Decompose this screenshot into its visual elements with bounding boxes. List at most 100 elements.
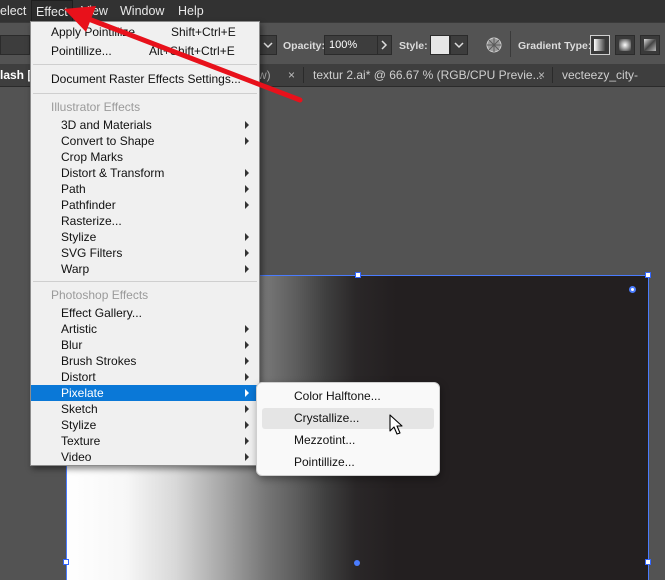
- style-swatch[interactable]: [430, 35, 450, 55]
- tab-document-2[interactable]: textur 2.ai* @ 66.67 % (RGB/CPU Previe..…: [313, 64, 543, 86]
- submenu-arrow-icon: [245, 137, 249, 145]
- gradient-type-label: Gradient Type:: [518, 40, 592, 52]
- selection-bounding-box-right: [648, 275, 649, 580]
- radial-gradient-button[interactable]: [615, 35, 635, 55]
- menu-item-sketch[interactable]: Sketch: [31, 401, 259, 417]
- resize-handle-top-right[interactable]: [645, 272, 651, 278]
- submenu-item-label: Color Halftone...: [294, 389, 381, 403]
- tab-document-1[interactable]: lash [: [0, 64, 31, 86]
- menu-view[interactable]: View: [81, 0, 108, 22]
- live-corner-widget[interactable]: [629, 286, 636, 293]
- tab-divider: [552, 67, 553, 83]
- menu-item-pathfinder[interactable]: Pathfinder: [31, 197, 259, 213]
- linear-gradient-button[interactable]: [590, 35, 610, 55]
- tab-divider: [303, 67, 304, 83]
- menu-item-distort-transform[interactable]: Distort & Transform: [31, 165, 259, 181]
- menu-item-label: Apply Pointillize: [51, 25, 136, 39]
- menu-item-warp[interactable]: Warp: [31, 261, 259, 277]
- menu-help[interactable]: Help: [178, 0, 204, 22]
- menu-item-brush-strokes[interactable]: Brush Strokes: [31, 353, 259, 369]
- menu-item-label: Pathfinder: [61, 198, 116, 212]
- menu-item-video[interactable]: Video: [31, 449, 259, 465]
- menu-item-label: Stylize: [61, 418, 97, 432]
- submenu-arrow-icon: [245, 265, 249, 273]
- shortcut-label: Shift+Ctrl+E: [171, 25, 236, 39]
- pixelate-submenu: Color Halftone... Crystallize... Mezzoti…: [256, 382, 440, 476]
- menu-item-document-raster-effects-settings[interactable]: Document Raster Effects Settings...: [31, 71, 259, 87]
- submenu-arrow-icon: [245, 453, 249, 461]
- menu-item-pixelate[interactable]: Pixelate: [31, 385, 259, 401]
- submenu-item-pointillize[interactable]: Pointillize...: [262, 452, 434, 473]
- menu-item-label: Path: [61, 182, 86, 196]
- menu-item-label: Video: [61, 450, 92, 464]
- effect-menu: Apply Pointillize Shift+Ctrl+E Pointilli…: [30, 21, 260, 466]
- close-icon[interactable]: ×: [538, 64, 545, 86]
- menu-item-label: 3D and Materials: [61, 118, 152, 132]
- menu-window[interactable]: Window: [120, 0, 164, 22]
- menu-bar: elect Effect View Window Help: [0, 0, 665, 22]
- menu-item-svg-filters[interactable]: SVG Filters: [31, 245, 259, 261]
- menu-item-blur[interactable]: Blur: [31, 337, 259, 353]
- menu-separator: [33, 93, 257, 94]
- menu-separator: [33, 64, 257, 65]
- submenu-item-crystallize[interactable]: Crystallize...: [262, 408, 434, 429]
- menu-item-label: Distort: [61, 370, 96, 384]
- menu-item-label: Brush Strokes: [61, 354, 137, 368]
- opacity-input[interactable]: 100%: [324, 35, 378, 55]
- menu-select[interactable]: elect: [0, 0, 26, 22]
- menu-item-label: Blur: [61, 338, 83, 352]
- divider: [510, 31, 511, 57]
- brush-dropdown[interactable]: [259, 35, 277, 55]
- close-icon[interactable]: ×: [288, 64, 295, 86]
- menu-item-apply-pointillize[interactable]: Apply Pointillize Shift+Ctrl+E: [31, 24, 259, 40]
- menu-effect[interactable]: Effect: [31, 0, 73, 22]
- menu-item-3d-and-materials[interactable]: 3D and Materials: [31, 117, 259, 133]
- chevron-down-icon: [263, 42, 273, 49]
- menu-item-label: Distort & Transform: [61, 166, 165, 180]
- menu-item-rasterize[interactable]: Rasterize...: [31, 213, 259, 229]
- menu-item-label: Sketch: [61, 402, 98, 416]
- submenu-arrow-icon: [245, 201, 249, 209]
- menu-item-convert-to-shape[interactable]: Convert to Shape: [31, 133, 259, 149]
- resize-handle-left-bottom[interactable]: [63, 559, 69, 565]
- menu-item-distort[interactable]: Distort: [31, 369, 259, 385]
- submenu-arrow-icon: [245, 233, 249, 241]
- submenu-item-color-halftone[interactable]: Color Halftone...: [262, 386, 434, 407]
- menu-item-path[interactable]: Path: [31, 181, 259, 197]
- submenu-item-label: Crystallize...: [294, 411, 360, 425]
- menu-item-label: Convert to Shape: [61, 134, 155, 148]
- menu-item-stylize-illustrator[interactable]: Stylize: [31, 229, 259, 245]
- menu-item-label: Rasterize...: [61, 214, 122, 228]
- opacity-flyout[interactable]: [378, 35, 392, 55]
- chevron-right-icon: [381, 40, 388, 50]
- submenu-arrow-icon: [245, 325, 249, 333]
- submenu-item-label: Pointillize...: [294, 455, 355, 469]
- submenu-item-mezzotint[interactable]: Mezzotint...: [262, 430, 434, 451]
- illustrator-effects-header: Illustrator Effects: [51, 100, 141, 114]
- submenu-arrow-icon: [245, 405, 249, 413]
- freeform-gradient-button[interactable]: [640, 35, 660, 55]
- menu-item-label: Document Raster Effects Settings...: [51, 72, 241, 86]
- tab-document-3[interactable]: vecteezy_city-skyline: [562, 64, 665, 104]
- menu-item-label: Pointillize...: [51, 44, 112, 58]
- menu-item-label: Pixelate: [61, 386, 104, 400]
- recolor-artwork-icon[interactable]: [485, 36, 503, 54]
- menu-item-pointillize[interactable]: Pointillize... Alt+Shift+Ctrl+E: [31, 43, 259, 59]
- style-dropdown[interactable]: [450, 35, 468, 55]
- chevron-down-icon: [454, 42, 464, 49]
- menu-item-crop-marks[interactable]: Crop Marks: [31, 149, 259, 165]
- stroke-field[interactable]: [0, 35, 30, 55]
- menu-item-label: Stylize: [61, 230, 97, 244]
- menu-item-artistic[interactable]: Artistic: [31, 321, 259, 337]
- submenu-item-label: Mezzotint...: [294, 433, 356, 447]
- menu-item-effect-gallery[interactable]: Effect Gallery...: [31, 305, 259, 321]
- photoshop-effects-header: Photoshop Effects: [51, 288, 149, 302]
- submenu-arrow-icon: [245, 341, 249, 349]
- menu-item-texture[interactable]: Texture: [31, 433, 259, 449]
- menu-item-stylize-photoshop[interactable]: Stylize: [31, 417, 259, 433]
- resize-handle-top[interactable]: [355, 272, 361, 278]
- resize-handle-right-bottom[interactable]: [645, 559, 651, 565]
- submenu-arrow-icon: [245, 421, 249, 429]
- menu-item-label: Warp: [61, 262, 90, 276]
- menu-item-label: Artistic: [61, 322, 97, 336]
